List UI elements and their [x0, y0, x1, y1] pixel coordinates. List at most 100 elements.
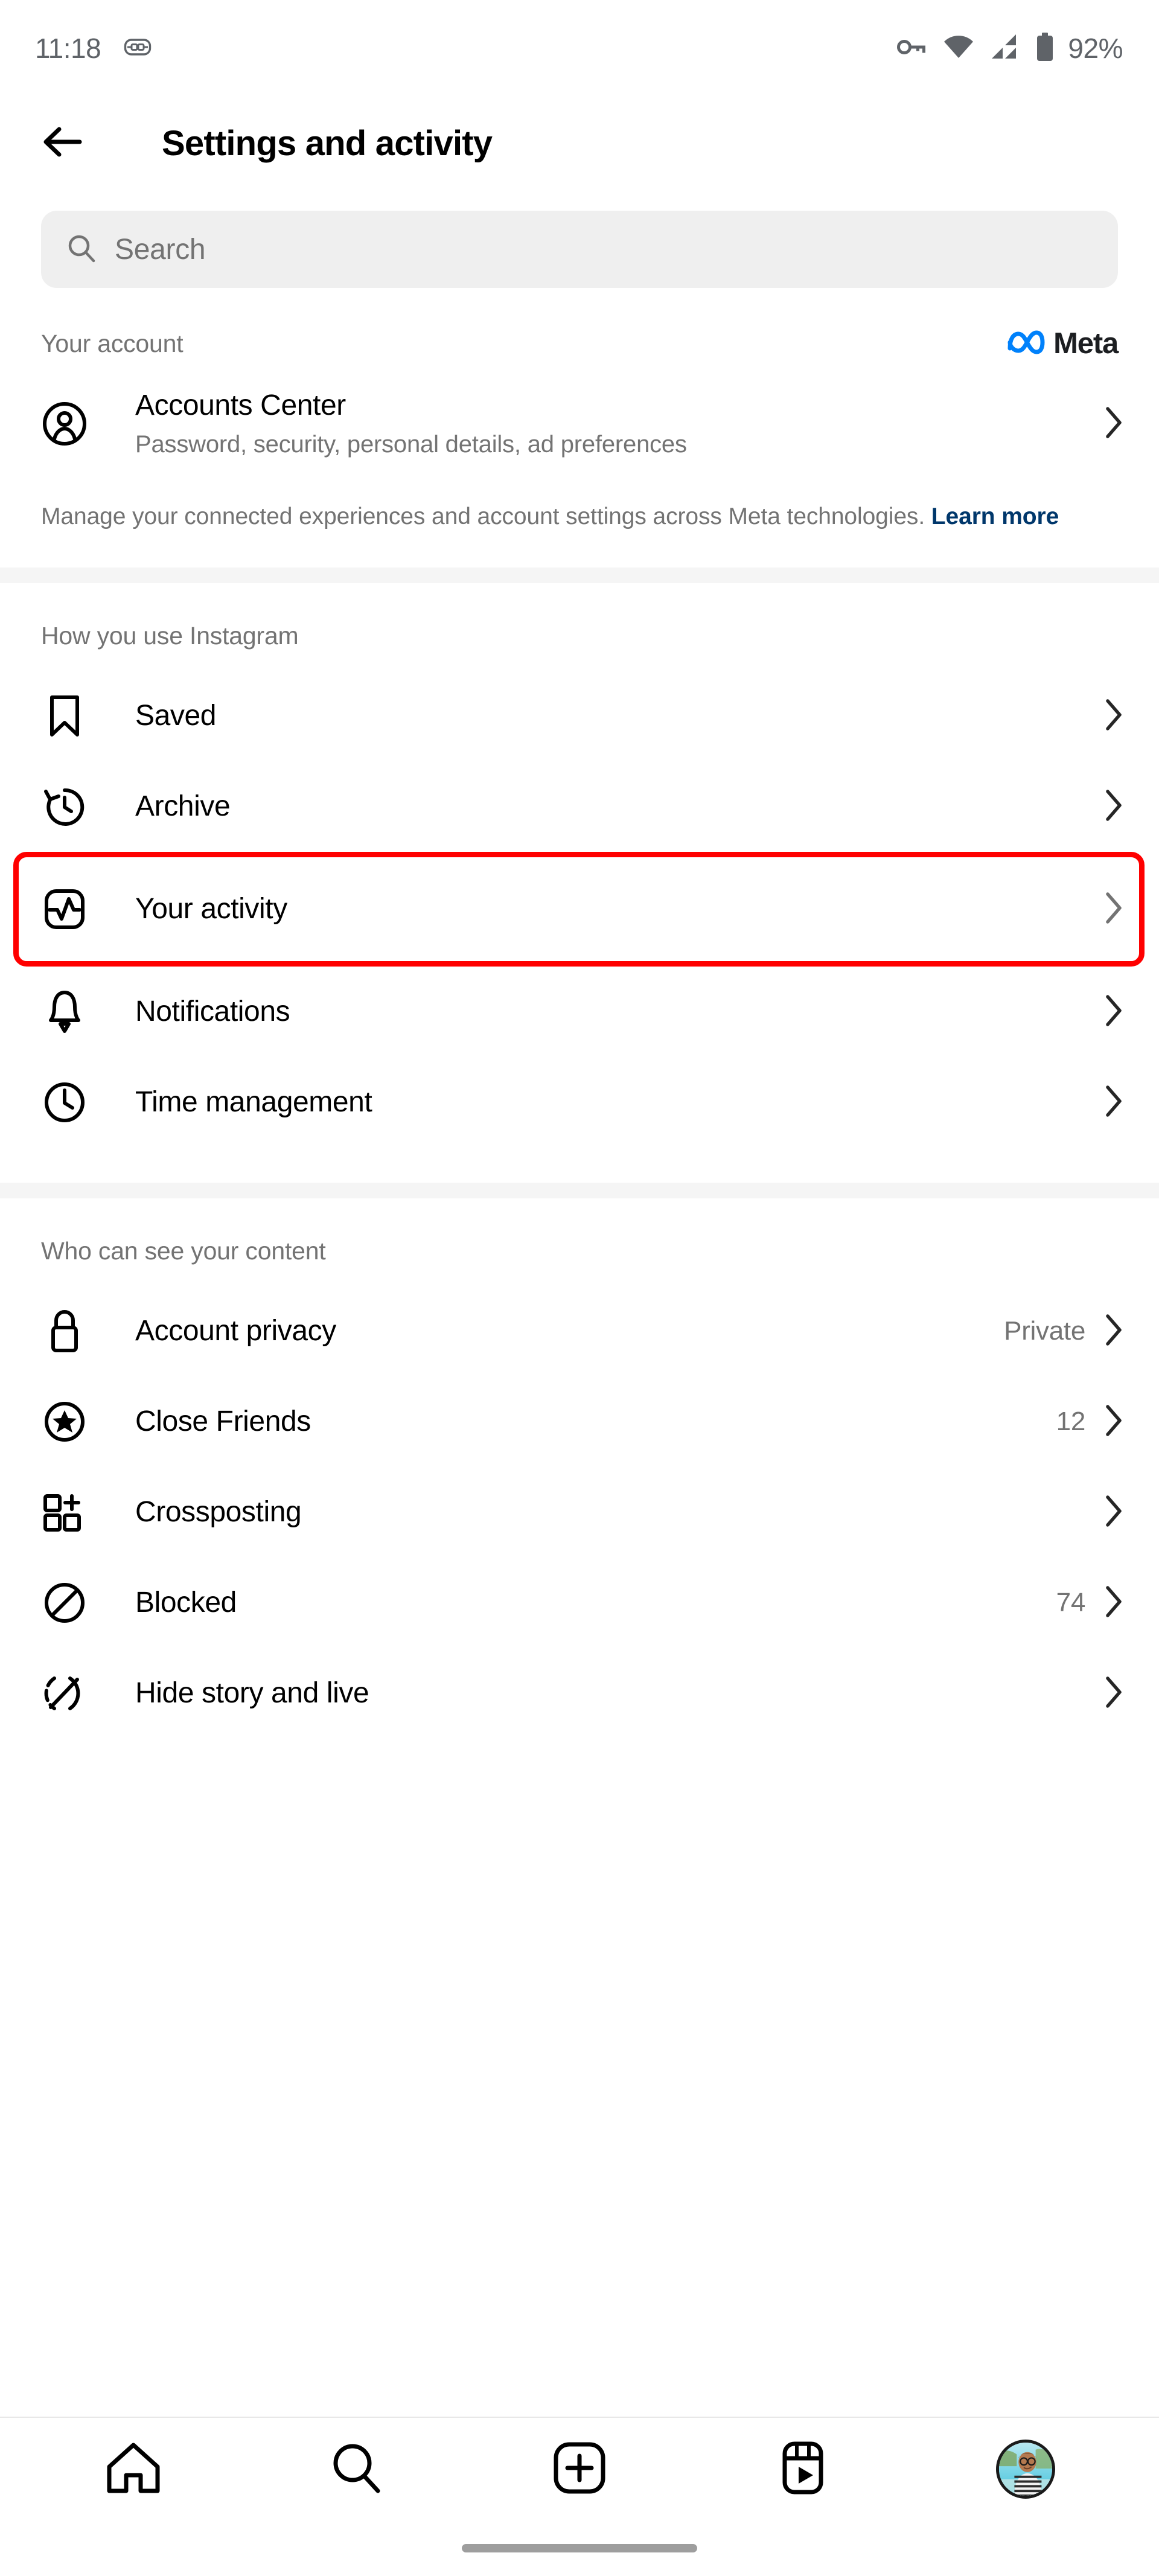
search-input[interactable]: Search [41, 211, 1118, 288]
row-archive[interactable]: Archive [0, 761, 1159, 852]
row-account-privacy-right: Private [1004, 1312, 1124, 1350]
crossposting-icon [41, 1490, 88, 1535]
row-time-management-right [1102, 1084, 1124, 1122]
row-your-activity-body: Your activity [135, 892, 1090, 925]
gamepad-icon [124, 37, 152, 60]
row-accounts-center-body: Accounts Center Password, security, pers… [135, 389, 1090, 458]
profile-avatar [996, 2440, 1056, 2499]
row-hide-story-body: Hide story and live [135, 1676, 1090, 1710]
chevron-right-icon [1102, 788, 1124, 826]
section-divider-2 [0, 1183, 1159, 1199]
meta-infinity-icon [1004, 329, 1046, 359]
nav-create-button[interactable] [534, 2424, 625, 2514]
row-accounts-center[interactable]: Accounts Center Password, security, pers… [0, 360, 1159, 487]
row-title: Time management [135, 1086, 372, 1119]
meta-brand-logo: Meta [1004, 327, 1119, 360]
row-saved[interactable]: Saved [0, 671, 1159, 762]
row-your-activity[interactable]: Your activity [0, 852, 1159, 967]
row-title: Blocked [135, 1587, 237, 1619]
accounts-center-helper-text: Manage your connected experiences and ac… [0, 487, 1159, 532]
section-label: Your account [41, 329, 184, 357]
bookmark-icon [41, 694, 88, 738]
row-blocked-right: 74 [1056, 1584, 1124, 1622]
search-icon [328, 2440, 384, 2499]
chevron-right-icon [1102, 1403, 1124, 1441]
row-accounts-center-right [1102, 405, 1124, 443]
star-circle-icon [41, 1399, 88, 1444]
nav-search-button[interactable] [311, 2424, 401, 2514]
row-hide-story-and-live[interactable]: Hide story and live [0, 1648, 1159, 1739]
section-header-how-you-use: How you use Instagram [0, 583, 1159, 650]
search-section: Search [0, 190, 1159, 288]
row-archive-body: Archive [135, 790, 1090, 823]
status-bar: 11:18 92% [0, 0, 1159, 97]
row-title: Accounts Center [135, 389, 346, 422]
back-arrow-icon [41, 124, 83, 162]
section-header-your-account: Your account Meta [0, 288, 1159, 360]
row-time-management[interactable]: Time management [0, 1057, 1159, 1148]
row-saved-body: Saved [135, 699, 1090, 732]
row-title: Archive [135, 790, 231, 823]
chevron-right-icon [1102, 1675, 1124, 1713]
row-notifications-right [1102, 993, 1124, 1031]
page-title: Settings and activity [162, 124, 493, 163]
gesture-bar-area [0, 2520, 1159, 2576]
cell-signal-icon [989, 33, 1021, 64]
activity-pulse-icon [41, 887, 88, 932]
nav-profile-button[interactable] [980, 2424, 1071, 2514]
row-title: Crossposting [135, 1496, 302, 1529]
battery-percent-label: 92% [1068, 33, 1123, 64]
bottom-nav-items [0, 2418, 1159, 2520]
row-your-activity-right [1102, 890, 1124, 928]
nav-reels-button[interactable] [758, 2424, 848, 2514]
row-value: 12 [1056, 1407, 1086, 1437]
lock-icon [41, 1308, 88, 1354]
learn-more-link[interactable]: Learn more [931, 503, 1059, 529]
chevron-right-icon [1102, 1084, 1124, 1122]
row-close-friends-right: 12 [1056, 1403, 1124, 1441]
account-circle-icon [41, 401, 88, 446]
chevron-right-icon [1102, 890, 1124, 928]
row-subtitle: Password, security, personal details, ad… [135, 430, 687, 458]
hide-story-icon [41, 1671, 88, 1716]
chevron-right-icon [1102, 1494, 1124, 1532]
row-value: 74 [1056, 1588, 1086, 1618]
wifi-icon [942, 34, 975, 63]
row-close-friends[interactable]: Close Friends 12 [0, 1376, 1159, 1468]
row-notifications-body: Notifications [135, 995, 1090, 1028]
nav-home-button[interactable] [88, 2424, 179, 2514]
row-value: Private [1004, 1316, 1085, 1346]
home-gesture-bar[interactable] [462, 2544, 697, 2552]
row-title: Notifications [135, 996, 290, 1028]
row-account-privacy[interactable]: Account privacy Private [0, 1286, 1159, 1377]
chevron-right-icon [1102, 993, 1124, 1031]
battery-icon [1035, 32, 1055, 65]
reels-icon [779, 2440, 827, 2499]
chevron-right-icon [1102, 697, 1124, 735]
search-icon [66, 233, 97, 266]
create-plus-icon [552, 2440, 607, 2499]
blocked-icon [41, 1580, 88, 1625]
row-title: Account privacy [135, 1315, 336, 1347]
status-clock: 11:18 [35, 33, 101, 64]
archive-clock-icon [41, 784, 88, 829]
settings-scroll-region[interactable]: 11:18 92% Settings and activity Search Y… [0, 0, 1159, 2418]
row-blocked[interactable]: Blocked 74 [0, 1558, 1159, 1649]
section-divider-1 [0, 567, 1159, 584]
row-title: Hide story and live [135, 1677, 369, 1710]
row-saved-right [1102, 697, 1124, 735]
row-hide-story-right [1102, 1675, 1124, 1713]
row-time-management-body: Time management [135, 1085, 1090, 1119]
helper-text-body: Manage your connected experiences and ac… [41, 503, 931, 529]
chevron-right-icon [1102, 405, 1124, 443]
row-crossposting-body: Crossposting [135, 1495, 1090, 1529]
clock-icon [41, 1080, 88, 1125]
your-activity-highlight-wrap: Your activity [0, 852, 1159, 967]
row-crossposting[interactable]: Crossposting [0, 1467, 1159, 1558]
back-button[interactable] [41, 117, 95, 171]
chevron-right-icon [1102, 1312, 1124, 1350]
section-label: How you use Instagram [41, 622, 299, 650]
row-notifications[interactable]: Notifications [0, 967, 1159, 1058]
